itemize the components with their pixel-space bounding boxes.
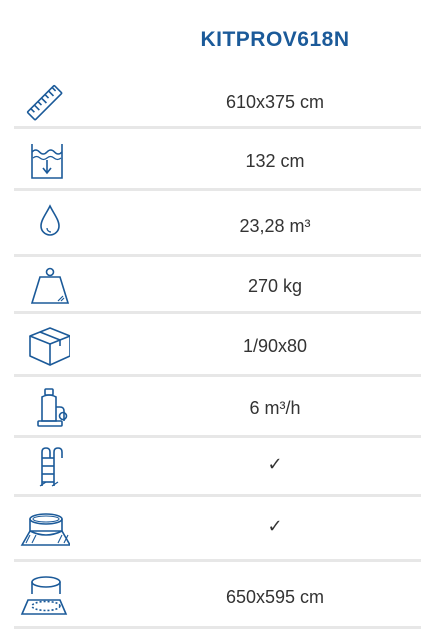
ruler-icon xyxy=(20,80,70,126)
spec-row-weight: 270 kg xyxy=(14,261,421,311)
weight-value: 270 kg xyxy=(247,276,303,296)
spec-row-ladder: ✓ xyxy=(14,442,421,494)
row-divider xyxy=(14,311,421,314)
spec-row-ground-cloth: ✓ xyxy=(14,501,421,559)
row-divider xyxy=(14,374,421,377)
row-divider xyxy=(14,559,421,562)
row-divider xyxy=(14,626,421,629)
water-depth-icon xyxy=(20,138,70,184)
filter-flow-value: 6 m³/h xyxy=(249,398,301,418)
footprint-value: 650x595 cm xyxy=(225,587,325,607)
dimensions-value: 610x375 cm xyxy=(225,92,325,112)
ground-cloth-included-check: ✓ xyxy=(267,516,283,537)
spec-row-footprint: 650x595 cm xyxy=(14,566,421,626)
row-divider xyxy=(14,435,421,438)
box-icon xyxy=(20,322,70,368)
row-divider xyxy=(14,254,421,257)
row-divider xyxy=(14,126,421,129)
sand-filter-icon xyxy=(20,385,70,431)
product-code-heading: KITPROV618N xyxy=(200,28,350,51)
packages-value: 1/90x80 xyxy=(242,336,308,356)
row-divider xyxy=(14,494,421,497)
spec-row-dimensions: 610x375 cm xyxy=(14,78,421,126)
volume-value: 23,28 m³ xyxy=(239,216,311,236)
spec-row-packages: 1/90x80 xyxy=(14,318,421,374)
spec-row-height: 132 cm xyxy=(14,134,421,188)
ground-cloth-icon xyxy=(20,505,70,551)
spec-row-filter: 6 m³/h xyxy=(14,381,421,435)
pool-footprint-icon xyxy=(20,572,70,618)
weight-icon xyxy=(20,263,70,309)
ladder-icon xyxy=(20,444,70,490)
water-drop-icon xyxy=(20,198,70,244)
ladder-included-check: ✓ xyxy=(267,454,283,475)
height-value: 132 cm xyxy=(245,151,305,171)
row-divider xyxy=(14,188,421,191)
spec-row-volume: 23,28 m³ xyxy=(14,196,421,254)
